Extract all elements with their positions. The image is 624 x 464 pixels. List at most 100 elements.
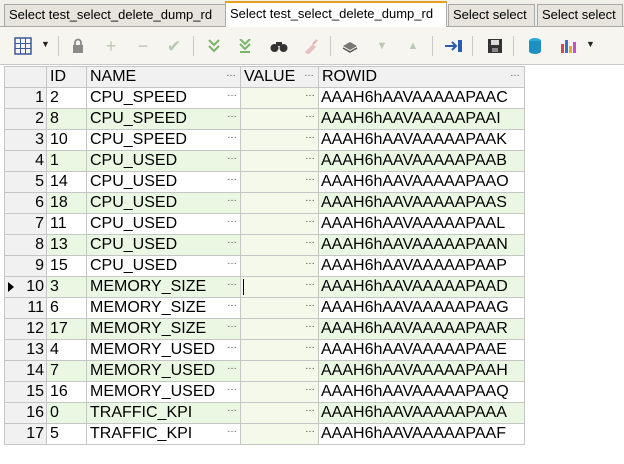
cell-value[interactable]: … [240, 213, 319, 235]
chart-icon[interactable] [558, 35, 580, 57]
cell-ellipsis-button[interactable]: … [305, 299, 315, 311]
cell-rowid[interactable]: AAAH6hAAVAAAAAPAAA [318, 402, 525, 424]
table-row[interactable]: 9 15 CPU_USED…… AAAH6hAAVAAAAAPAAP [4, 255, 525, 277]
cell-name[interactable]: MEMORY_SIZE… [86, 318, 241, 340]
table-row[interactable]: 11 6 MEMORY_SIZE…… AAAH6hAAVAAAAAPAAG [4, 297, 525, 319]
cell-value[interactable]: … [240, 402, 319, 424]
table-row[interactable]: 13 4 MEMORY_USED…… AAAH6hAAVAAAAAPAAE [4, 339, 525, 361]
cell-rowid[interactable]: AAAH6hAAVAAAAAPAAG [318, 297, 525, 319]
cell-ellipsis-button[interactable]: … [227, 236, 237, 248]
row-number[interactable]: 4 [4, 150, 47, 172]
table-row[interactable]: 12 17 MEMORY_SIZE…… AAAH6hAAVAAAAAPAAR [4, 318, 525, 340]
cell-ellipsis-button[interactable]: … [227, 278, 237, 290]
next-record-icon[interactable] [203, 35, 225, 57]
cell-ellipsis-button[interactable]: … [227, 215, 237, 227]
cell-value[interactable]: … [240, 276, 319, 298]
find-icon[interactable] [268, 35, 290, 57]
row-number[interactable]: 16 [4, 402, 47, 424]
row-number[interactable]: 6 [4, 192, 47, 214]
cell-rowid[interactable]: AAAH6hAAVAAAAAPAAB [318, 150, 525, 172]
row-number[interactable]: 1 [4, 87, 47, 109]
row-number[interactable]: 8 [4, 234, 47, 256]
cell-id[interactable]: 5 [46, 423, 87, 445]
grid-corner[interactable] [4, 66, 47, 88]
row-number[interactable]: 5 [4, 171, 47, 193]
add-record-icon[interactable]: + [100, 35, 122, 57]
row-number[interactable]: 14 [4, 360, 47, 382]
cell-ellipsis-button[interactable]: … [227, 404, 237, 416]
cell-id[interactable]: 10 [46, 129, 87, 151]
chart-dropdown-caret-icon[interactable]: ▼ [586, 39, 595, 49]
cell-ellipsis-button[interactable]: … [305, 341, 315, 353]
cell-ellipsis-button[interactable]: … [305, 173, 315, 185]
cell-ellipsis-button[interactable]: … [305, 404, 315, 416]
table-row[interactable]: 6 18 CPU_USED…… AAAH6hAAVAAAAAPAAS [4, 192, 525, 214]
cell-name[interactable]: CPU_USED… [86, 150, 241, 172]
cell-id[interactable]: 13 [46, 234, 87, 256]
tab-query-2[interactable]: Select test_select_delete_dump_rd [225, 1, 447, 27]
cell-id[interactable]: 1 [46, 150, 87, 172]
cell-rowid[interactable]: AAAH6hAAVAAAAAPAAE [318, 339, 525, 361]
row-number[interactable]: 13 [4, 339, 47, 361]
cell-name[interactable]: MEMORY_SIZE… [86, 297, 241, 319]
row-number[interactable]: 2 [4, 108, 47, 130]
cell-value[interactable]: … [240, 381, 319, 403]
cell-ellipsis-button[interactable]: … [227, 425, 237, 437]
cell-ellipsis-button[interactable]: … [227, 131, 237, 143]
cell-rowid[interactable]: AAAH6hAAVAAAAAPAAP [318, 255, 525, 277]
cell-ellipsis-button[interactable]: … [305, 425, 315, 437]
row-number[interactable]: 7 [4, 213, 47, 235]
tab-query-4[interactable]: Select select [537, 4, 623, 26]
table-row[interactable]: 8 13 CPU_USED…… AAAH6hAAVAAAAAPAAN [4, 234, 525, 256]
cell-value[interactable]: … [240, 360, 319, 382]
cell-rowid[interactable]: AAAH6hAAVAAAAAPAAH [318, 360, 525, 382]
row-number[interactable]: 9 [4, 255, 47, 277]
cell-id[interactable]: 18 [46, 192, 87, 214]
cell-ellipsis-button[interactable]: … [227, 341, 237, 353]
cell-id[interactable]: 0 [46, 402, 87, 424]
cell-value[interactable]: … [240, 108, 319, 130]
cell-value[interactable]: … [240, 423, 319, 445]
export-icon[interactable] [443, 35, 465, 57]
table-row[interactable]: 4 1 CPU_USED…… AAAH6hAAVAAAAAPAAB [4, 150, 525, 172]
table-row[interactable]: 10 3 MEMORY_SIZE…… AAAH6hAAVAAAAAPAAD [4, 276, 525, 298]
dropdown-caret-icon[interactable]: ▼ [41, 39, 50, 49]
cell-ellipsis-button[interactable]: … [227, 299, 237, 311]
cell-rowid[interactable]: AAAH6hAAVAAAAAPAAS [318, 192, 525, 214]
cell-value[interactable]: … [240, 339, 319, 361]
cell-ellipsis-button[interactable]: … [227, 173, 237, 185]
lock-icon[interactable] [67, 35, 89, 57]
table-row[interactable]: 17 5 TRAFFIC_KPI…… AAAH6hAAVAAAAAPAAF [4, 423, 525, 445]
cell-value[interactable]: … [240, 297, 319, 319]
database-icon[interactable] [524, 35, 546, 57]
cell-ellipsis-button[interactable]: … [227, 257, 237, 269]
cell-name[interactable]: CPU_USED… [86, 171, 241, 193]
column-header-rowid[interactable]: ROWID… [318, 66, 525, 88]
column-header-id[interactable]: ID [46, 66, 87, 88]
cell-ellipsis-button[interactable]: … [305, 278, 315, 290]
cell-ellipsis-button[interactable]: … [227, 152, 237, 164]
cell-ellipsis-button[interactable]: … [305, 194, 315, 206]
column-header-value[interactable]: VALUE… [240, 66, 319, 88]
cell-ellipsis-button[interactable]: … [305, 215, 315, 227]
cell-ellipsis-button[interactable]: … [227, 362, 237, 374]
post-edit-icon[interactable]: ✔ [163, 35, 185, 57]
cell-id[interactable]: 17 [46, 318, 87, 340]
cell-ellipsis-button[interactable]: … [305, 110, 315, 122]
cell-id[interactable]: 8 [46, 108, 87, 130]
cell-ellipsis-button[interactable]: … [305, 257, 315, 269]
cell-id[interactable]: 7 [46, 360, 87, 382]
cell-rowid[interactable]: AAAH6hAAVAAAAAPAAD [318, 276, 525, 298]
cell-name[interactable]: TRAFFIC_KPI… [86, 402, 241, 424]
print-icon[interactable] [339, 35, 361, 57]
cell-name[interactable]: TRAFFIC_KPI… [86, 423, 241, 445]
cell-name[interactable]: MEMORY_USED… [86, 381, 241, 403]
cell-value[interactable]: … [240, 234, 319, 256]
cell-ellipsis-button[interactable]: … [227, 320, 237, 332]
cell-name[interactable]: MEMORY_USED… [86, 360, 241, 382]
cell-rowid[interactable]: AAAH6hAAVAAAAAPAAQ [318, 381, 525, 403]
cell-ellipsis-button[interactable]: … [227, 110, 237, 122]
row-number[interactable]: 12 [4, 318, 47, 340]
cell-value[interactable]: … [240, 129, 319, 151]
column-header-name[interactable]: NAME… [86, 66, 241, 88]
